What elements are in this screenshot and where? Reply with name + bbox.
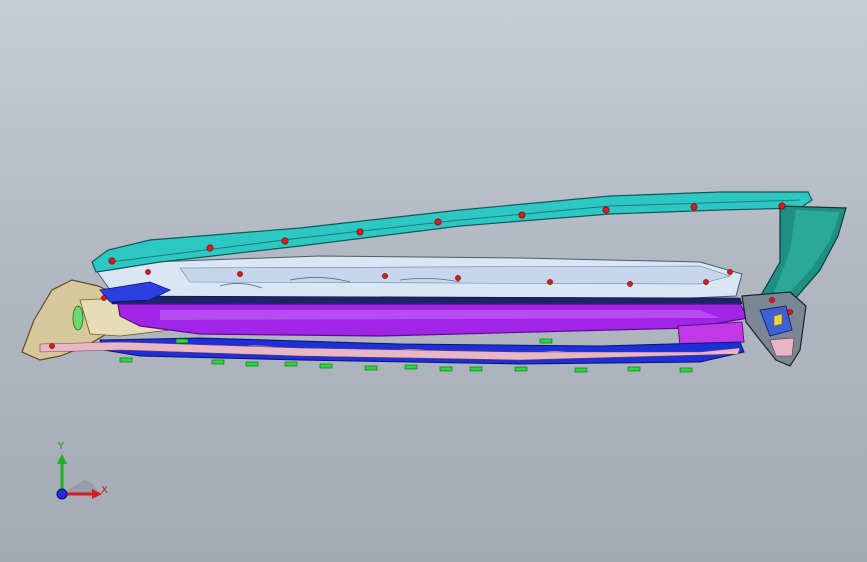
z-axis-origin [56,488,68,500]
y-axis-arrow [57,454,67,464]
x-axis-label: X [101,485,108,496]
car-door-assembly-model[interactable] [0,0,867,562]
coordinate-triad: Y X [40,436,120,516]
3d-model-viewport[interactable]: Y X [0,0,867,562]
purple-trim-panel [117,303,749,337]
y-axis-label: Y [58,441,65,452]
left-green-grommet [72,305,84,331]
triad-axes [56,454,102,500]
latch-yellow-part [773,313,783,327]
